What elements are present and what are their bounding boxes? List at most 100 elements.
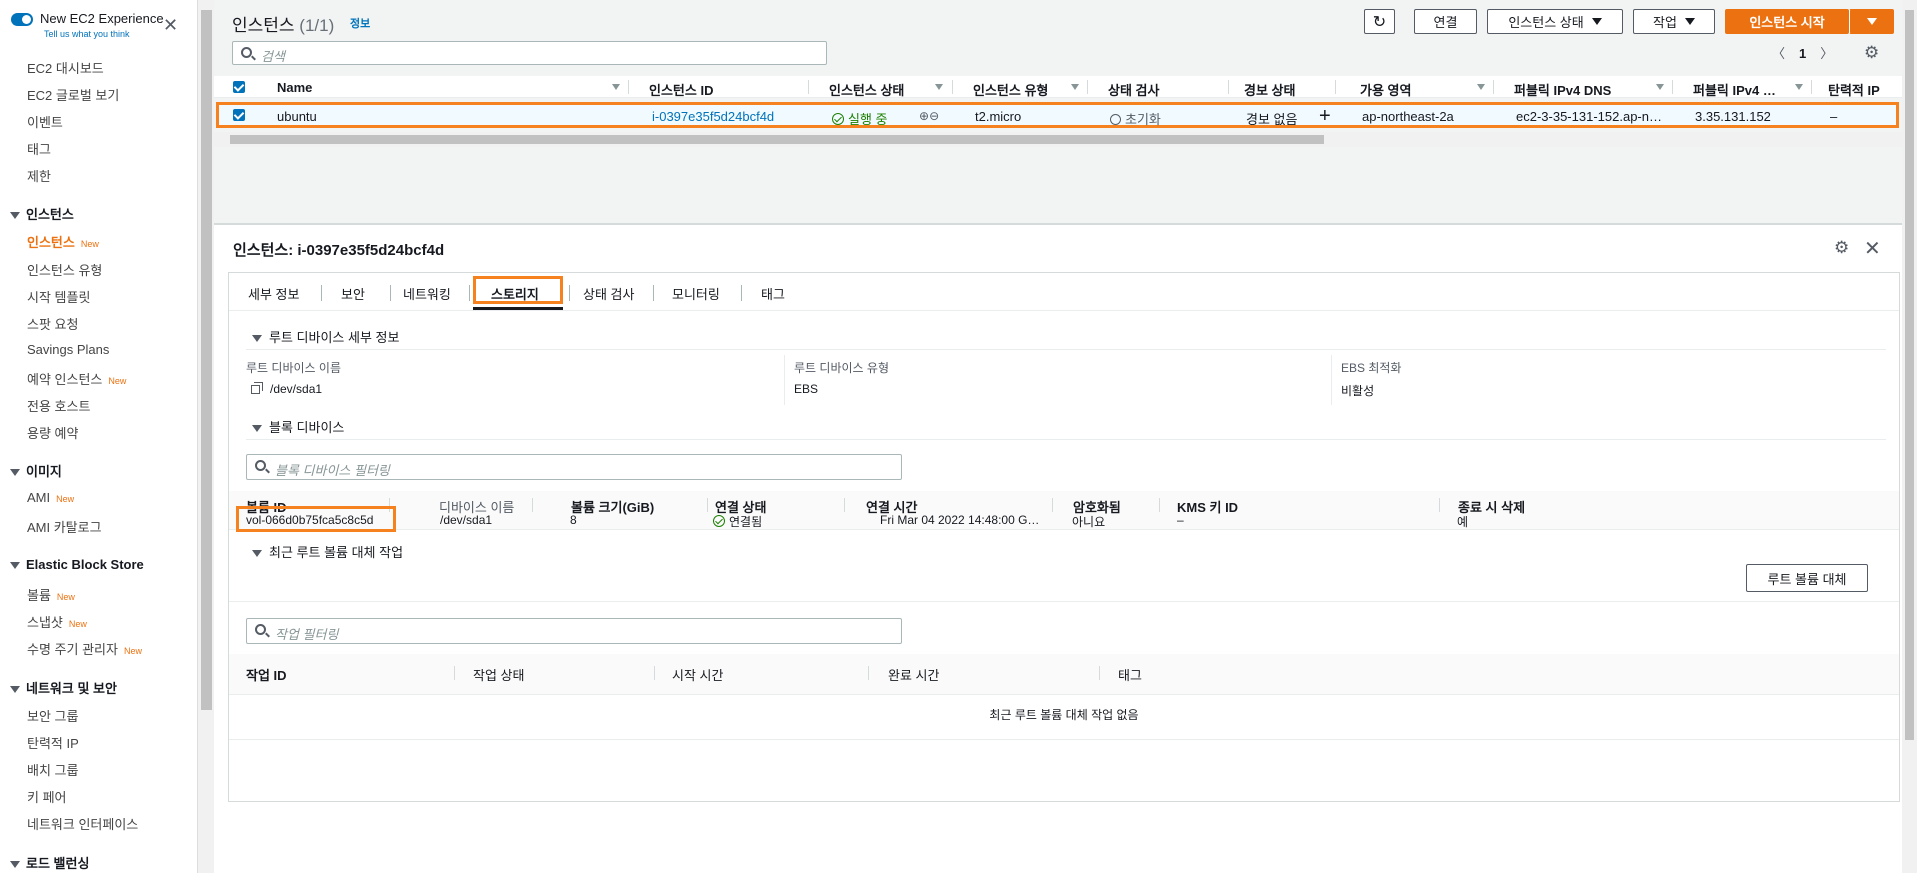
column-header[interactable]: 인스턴스 상태 [829, 80, 904, 99]
sidebar-item-launch-templates[interactable]: 시작 템플릿 [27, 287, 90, 306]
sidebar-item-network-interfaces[interactable]: 네트워크 인터페이스 [27, 814, 138, 833]
sidebar-item-placement-groups[interactable]: 배치 그룹 [27, 760, 78, 779]
sidebar-section-load-balancing[interactable]: 로드 밸런싱 [10, 853, 89, 872]
sidebar-item-elastic-ip[interactable]: 탄력적 IP [27, 733, 79, 752]
main-scrollbar-thumb[interactable] [1905, 10, 1914, 740]
sort-icon[interactable] [1477, 84, 1485, 90]
chevron-left-icon[interactable]: 〈 [1772, 43, 1785, 62]
feedback-link[interactable]: Tell us what you think [44, 29, 130, 39]
sort-icon[interactable] [1656, 84, 1664, 90]
actions-button[interactable]: 작업 [1633, 9, 1715, 34]
column-divider[interactable] [1811, 80, 1812, 94]
column-divider[interactable] [1228, 80, 1229, 94]
connect-button[interactable]: 연결 [1414, 9, 1477, 34]
section-block-devices[interactable]: 블록 디바이스 [252, 417, 344, 436]
search-input[interactable]: 검색 [232, 41, 827, 65]
section-root-volume-replace[interactable]: 최근 루트 볼륨 대체 작업 [252, 542, 403, 561]
sidebar-item-key-pairs[interactable]: 키 페어 [27, 787, 67, 806]
column-divider[interactable] [952, 80, 953, 94]
sidebar-item-instances[interactable]: 인스턴스 New [27, 232, 99, 251]
new-experience-toggle[interactable] [11, 13, 33, 26]
close-icon[interactable]: ✕ [1864, 236, 1881, 261]
column-header[interactable]: 인스턴스 ID [649, 80, 713, 99]
column-divider[interactable] [1087, 80, 1088, 94]
sidebar-section-ebs[interactable]: Elastic Block Store [10, 557, 144, 572]
sidebar-section-network-security[interactable]: 네트워크 및 보안 [10, 678, 117, 697]
copy-icon[interactable] [251, 382, 263, 394]
add-alarm-icon[interactable]: + [1319, 105, 1331, 128]
horizontal-scrollbar[interactable] [214, 132, 1902, 147]
column-header[interactable]: 상태 검사 [1108, 80, 1159, 99]
sort-icon[interactable] [935, 84, 943, 90]
sort-icon[interactable] [1071, 84, 1079, 90]
sidebar-section-instances[interactable]: 인스턴스 [10, 204, 74, 223]
section-root-device[interactable]: 루트 디바이스 세부 정보 [252, 327, 399, 346]
sidebar-item-reserved-instances[interactable]: 예약 인스턴스 New [27, 369, 126, 388]
sidebar-item-security-groups[interactable]: 보안 그룹 [27, 706, 78, 725]
replace-root-volume-button[interactable]: 루트 볼륨 대체 [1746, 564, 1868, 592]
refresh-icon: ↻ [1372, 13, 1387, 31]
cell-instance-id[interactable]: i-0397e35f5d24bcf4d [652, 109, 774, 124]
horizontal-scrollbar-thumb[interactable] [230, 135, 1324, 144]
block-device-filter-input[interactable]: 블록 디바이스 필터링 [246, 454, 902, 480]
sort-icon[interactable] [1795, 84, 1803, 90]
tab-tags[interactable]: 태그 [761, 284, 785, 303]
sidebar-item-global-view[interactable]: EC2 글로벌 보기 [27, 85, 119, 104]
column-divider[interactable] [1335, 80, 1336, 94]
sidebar-item-instance-types[interactable]: 인스턴스 유형 [27, 260, 102, 279]
close-icon[interactable]: ✕ [163, 16, 178, 34]
tab-details[interactable]: 세부 정보 [248, 284, 299, 303]
tab-storage[interactable]: 스토리지 [491, 284, 539, 303]
page-number[interactable]: 1 [1799, 46, 1806, 61]
sidebar-item-capacity-reservations[interactable]: 용량 예약 [27, 423, 78, 442]
column-header[interactable]: 퍼블릭 IPv4 DNS [1514, 80, 1611, 99]
zoom-out-icon[interactable]: ⊖ [929, 109, 939, 123]
zoom-in-icon[interactable]: ⊕ [919, 109, 929, 123]
sidebar-item-volumes[interactable]: 볼륨 New [27, 585, 75, 604]
sidebar-scrollbar-thumb[interactable] [201, 10, 212, 710]
sidebar-item-dashboard[interactable]: EC2 대시보드 [27, 58, 104, 77]
column-header[interactable]: 가용 영역 [1360, 80, 1411, 99]
sidebar-section-images[interactable]: 이미지 [10, 461, 62, 480]
column-header[interactable]: 경보 상태 [1244, 80, 1295, 99]
sidebar-item-lifecycle-manager[interactable]: 수명 주기 관리자 New [27, 639, 142, 658]
gear-icon[interactable]: ⚙ [1864, 43, 1879, 63]
sidebar-item-savings-plans[interactable]: Savings Plans [27, 342, 109, 357]
table-row[interactable]: ubuntu i-0397e35f5d24bcf4d 실행 중 ⊕⊖ t2.mi… [216, 102, 1899, 128]
tab-status-checks[interactable]: 상태 검사 [583, 284, 634, 303]
tab-monitoring[interactable]: 모니터링 [672, 284, 720, 303]
sidebar-item-dedicated-hosts[interactable]: 전용 호스트 [27, 396, 90, 415]
task-filter-input[interactable]: 작업 필터링 [246, 618, 902, 644]
column-divider[interactable] [1672, 80, 1673, 94]
tab-security[interactable]: 보안 [341, 284, 365, 303]
column-divider[interactable] [808, 80, 809, 94]
column-divider[interactable] [628, 80, 629, 94]
refresh-button[interactable]: ↻ [1364, 9, 1395, 34]
cell-volume-id[interactable]: vol-066d0b75fca5c8c5d [246, 513, 373, 527]
sidebar-scrollbar[interactable] [197, 0, 214, 873]
select-all-checkbox[interactable] [233, 81, 245, 93]
info-link[interactable]: 정보 [350, 15, 370, 31]
launch-instance-dropdown[interactable] [1849, 9, 1894, 34]
column-header[interactable]: 인스턴스 유형 [973, 80, 1048, 99]
tab-networking[interactable]: 네트워킹 [403, 284, 451, 303]
sidebar-item-spot-requests[interactable]: 스팟 요청 [27, 314, 78, 333]
row-checkbox[interactable] [233, 109, 245, 121]
sidebar-item-ami-catalog[interactable]: AMI 카탈로그 [27, 517, 102, 536]
launch-instance-button[interactable]: 인스턴스 시작 [1725, 9, 1849, 34]
sidebar-item-tags[interactable]: 태그 [27, 139, 51, 158]
sidebar-item-ami[interactable]: AMI New [27, 490, 74, 505]
sort-icon[interactable] [612, 84, 620, 90]
gear-icon[interactable]: ⚙ [1834, 238, 1849, 258]
sidebar-item-events[interactable]: 이벤트 [27, 112, 63, 131]
main-scrollbar[interactable] [1902, 0, 1917, 873]
chevron-right-icon[interactable]: 〉 [1820, 43, 1833, 62]
zoom-icons[interactable]: ⊕⊖ [919, 109, 939, 123]
column-header[interactable]: 퍼블릭 IPv4 … [1693, 80, 1776, 99]
column-divider[interactable] [1493, 80, 1494, 94]
sidebar-item-limits[interactable]: 제한 [27, 166, 51, 185]
instance-state-button[interactable]: 인스턴스 상태 [1487, 9, 1623, 34]
column-header[interactable]: Name [277, 80, 312, 95]
sidebar-item-snapshots[interactable]: 스냅샷 New [27, 612, 87, 631]
column-header[interactable]: 탄력적 IP [1828, 80, 1880, 99]
